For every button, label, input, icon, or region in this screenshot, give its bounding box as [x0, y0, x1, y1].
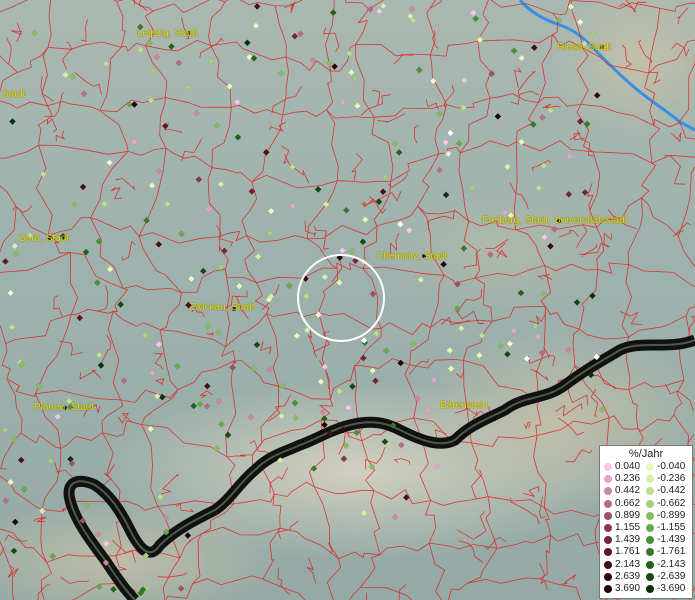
- legend-swatch-positive: [604, 463, 612, 471]
- legend-row: 1.761 -1.761: [600, 547, 694, 558]
- map-legend: %/Jahr 0.040 -0.040 0.236 -0.236 0.442 -0.442…: [599, 445, 693, 599]
- legend-swatch-negative: [646, 536, 654, 545]
- city-label-leipzig: Leipzig, Stadt: [137, 28, 198, 39]
- legend-value-positive: 0.442: [615, 485, 641, 497]
- legend-value-negative: -0.662: [657, 497, 686, 509]
- legend-swatch-negative: [646, 475, 654, 484]
- legend-value-negative: -0.040: [657, 461, 686, 472]
- legend-swatch-negative: [646, 572, 654, 581]
- city-label-baerenstein: Bärenstein: [440, 400, 488, 411]
- legend-value-negative: -1.155: [657, 522, 686, 533]
- legend-swatch-positive: [604, 585, 612, 593]
- legend-swatch-positive: [604, 560, 612, 569]
- legend-value-positive: 0.236: [615, 473, 641, 485]
- legend-value-positive: 2.639: [615, 570, 641, 582]
- legend-swatch-negative: [646, 585, 654, 593]
- city-label-chemnitz: Chemnitz, Stadt: [376, 251, 448, 262]
- legend-swatch-negative: [646, 463, 654, 471]
- legend-swatch-positive: [604, 548, 612, 557]
- legend-value-positive: 0.040: [615, 461, 641, 472]
- legend-value-positive: 0.899: [615, 509, 641, 521]
- city-label-freiberg: Freiberg, Stadt, Universitätsstadt: [482, 215, 628, 226]
- city-label-zwickau: Zwickau, Stadt: [189, 302, 255, 313]
- legend-swatch-negative: [646, 511, 654, 520]
- city-label-plauen: Plauen, Stadt: [34, 402, 95, 413]
- legend-value-negative: -0.236: [657, 473, 686, 485]
- legend-value-negative: -3.690: [657, 583, 686, 594]
- legend-value-positive: 3.690: [615, 583, 641, 594]
- city-label-riesa: Riesa, Stadt: [557, 42, 612, 53]
- legend-value-positive: 1.155: [615, 522, 641, 533]
- legend-swatch-negative: [646, 524, 654, 532]
- city-label-stadt: Stadt: [2, 89, 26, 100]
- legend-value-negative: -1.439: [657, 534, 686, 546]
- legend-value-positive: 0.662: [615, 497, 641, 509]
- legend-swatch-positive: [604, 572, 612, 581]
- legend-value-negative: -2.639: [657, 570, 686, 582]
- legend-row: 0.662 -0.662: [600, 497, 694, 510]
- legend-swatch-negative: [646, 548, 654, 557]
- legend-swatch-positive: [604, 487, 612, 496]
- legend-swatch-negative: [646, 560, 654, 569]
- legend-row: 0.899 -0.899: [600, 509, 694, 522]
- legend-value-negative: -2.143: [657, 558, 686, 570]
- legend-row: 0.236 -0.236: [600, 474, 694, 485]
- legend-swatch-positive: [604, 475, 612, 484]
- legend-swatch-negative: [646, 499, 654, 508]
- legend-swatch-positive: [604, 536, 612, 545]
- legend-row: 3.690 -3.690: [600, 584, 694, 595]
- legend-swatch-negative: [646, 487, 654, 496]
- legend-value-negative: -1.761: [657, 546, 686, 558]
- legend-value-positive: 2.143: [615, 558, 641, 570]
- terrain-map[interactable]: [0, 0, 695, 600]
- legend-row: 2.143 -2.143: [600, 558, 694, 571]
- legend-value-positive: 1.761: [615, 546, 641, 558]
- city-label-gera: Gera, Stadt: [18, 233, 70, 244]
- legend-swatch-positive: [604, 499, 612, 508]
- legend-row: 0.442 -0.442: [600, 486, 694, 497]
- legend-value-negative: -0.899: [657, 509, 686, 521]
- legend-title: %/Jahr: [628, 448, 664, 460]
- legend-row: 2.639 -2.639: [600, 570, 694, 583]
- legend-swatch-positive: [604, 524, 612, 532]
- legend-row: 0.040 -0.040: [600, 462, 694, 473]
- legend-swatch-positive: [604, 511, 612, 520]
- legend-row: 1.439 -1.439: [600, 535, 694, 546]
- legend-value-positive: 1.439: [615, 534, 641, 546]
- legend-value-negative: -0.442: [657, 485, 686, 497]
- legend-row: 1.155 -1.155: [600, 523, 694, 534]
